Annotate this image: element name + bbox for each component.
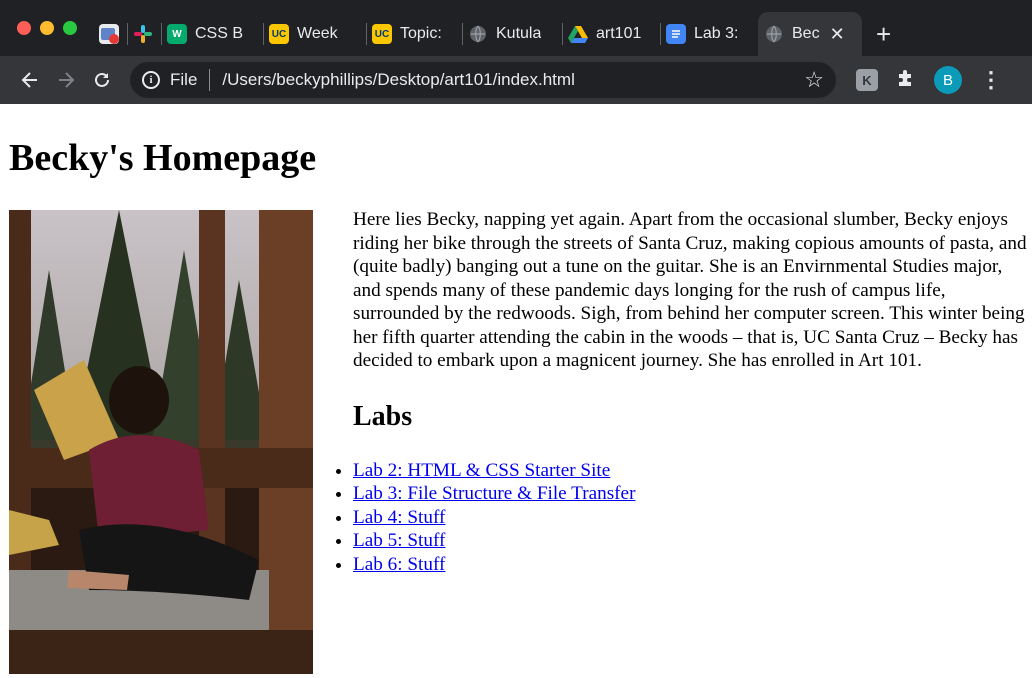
address-bar[interactable]: i File /Users/beckyphillips/Desktop/art1… bbox=[130, 62, 836, 98]
lab-6-link[interactable]: Lab 6: Stuff bbox=[353, 554, 445, 575]
url-text[interactable]: /Users/beckyphillips/Desktop/art101/inde… bbox=[222, 70, 804, 90]
profile-photo bbox=[9, 210, 313, 674]
page-title: Becky's Homepage bbox=[9, 137, 317, 179]
extension-k-icon[interactable]: K bbox=[856, 69, 878, 91]
tab-bar: W CSS B UC Week UC Topic: Kutula art101 bbox=[0, 0, 1032, 56]
list-item: Lab 6: Stuff bbox=[353, 553, 1029, 577]
w3schools-icon: W bbox=[167, 24, 187, 44]
maximize-window-button[interactable] bbox=[63, 21, 77, 35]
ucsc-icon: UC bbox=[269, 24, 289, 44]
globe-icon bbox=[764, 24, 784, 44]
extensions-puzzle-icon[interactable] bbox=[896, 68, 916, 93]
app-icon bbox=[99, 24, 119, 44]
minimize-window-button[interactable] bbox=[40, 21, 54, 35]
profile-avatar[interactable]: B bbox=[934, 66, 962, 94]
arrow-left-icon bbox=[21, 72, 37, 88]
bookmark-star-icon[interactable]: ☆ bbox=[804, 67, 824, 93]
tab-app[interactable] bbox=[93, 12, 127, 56]
browser-toolbar: i File /Users/beckyphillips/Desktop/art1… bbox=[0, 56, 1032, 104]
lab-2-link[interactable]: Lab 2: HTML & CSS Starter Site bbox=[353, 460, 610, 481]
lab-3-link[interactable]: Lab 3: File Structure & File Transfer bbox=[353, 483, 635, 504]
menu-dots-icon[interactable]: ⋮ bbox=[980, 67, 1002, 93]
close-window-button[interactable] bbox=[17, 21, 31, 35]
reload-button[interactable] bbox=[84, 62, 120, 98]
tab-css[interactable]: W CSS B bbox=[161, 12, 263, 56]
bio-paragraph: Here lies Becky, napping yet again. Apar… bbox=[353, 209, 1027, 371]
docs-icon bbox=[666, 24, 686, 44]
new-tab-button[interactable]: + bbox=[862, 12, 905, 56]
slack-icon bbox=[133, 24, 153, 44]
reload-icon bbox=[95, 72, 109, 87]
list-item: Lab 5: Stuff bbox=[353, 529, 1029, 553]
labs-list: Lab 2: HTML & CSS Starter Site Lab 3: Fi… bbox=[353, 459, 1029, 577]
tab-topic[interactable]: UC Topic: bbox=[366, 12, 462, 56]
tab-lab3[interactable]: Lab 3: bbox=[660, 12, 758, 56]
back-button[interactable] bbox=[12, 62, 48, 98]
info-icon[interactable]: i bbox=[142, 71, 160, 89]
forward-button[interactable] bbox=[48, 62, 84, 98]
window-controls bbox=[17, 21, 77, 35]
web-page: Becky's Homepage Here lies Becky, nappin… bbox=[0, 104, 1032, 678]
list-item: Lab 2: HTML & CSS Starter Site bbox=[353, 459, 1029, 483]
main-content: Here lies Becky, napping yet again. Apar… bbox=[353, 208, 1029, 576]
address-divider bbox=[209, 69, 211, 91]
tab-slack[interactable] bbox=[127, 12, 161, 56]
tab-becky-active[interactable]: Bec ✕ bbox=[758, 12, 862, 56]
toolbar-icons: K B ⋮ bbox=[856, 66, 1002, 94]
list-item: Lab 4: Stuff bbox=[353, 506, 1029, 530]
scheme-label: File bbox=[170, 70, 198, 89]
arrow-right-icon bbox=[59, 72, 75, 88]
labs-heading: Labs bbox=[353, 400, 413, 432]
lab-4-link[interactable]: Lab 4: Stuff bbox=[353, 507, 445, 528]
tab-strip: W CSS B UC Week UC Topic: Kutula art101 bbox=[93, 12, 862, 56]
tab-kutula[interactable]: Kutula bbox=[462, 12, 562, 56]
drive-icon bbox=[568, 24, 588, 44]
ucsc-icon: UC bbox=[372, 24, 392, 44]
lab-5-link[interactable]: Lab 5: Stuff bbox=[353, 530, 445, 551]
tab-art101[interactable]: art101 bbox=[562, 12, 660, 56]
globe-icon bbox=[468, 24, 488, 44]
close-tab-icon[interactable]: ✕ bbox=[830, 24, 845, 45]
list-item: Lab 3: File Structure & File Transfer bbox=[353, 482, 1029, 506]
tab-week[interactable]: UC Week bbox=[263, 12, 366, 56]
